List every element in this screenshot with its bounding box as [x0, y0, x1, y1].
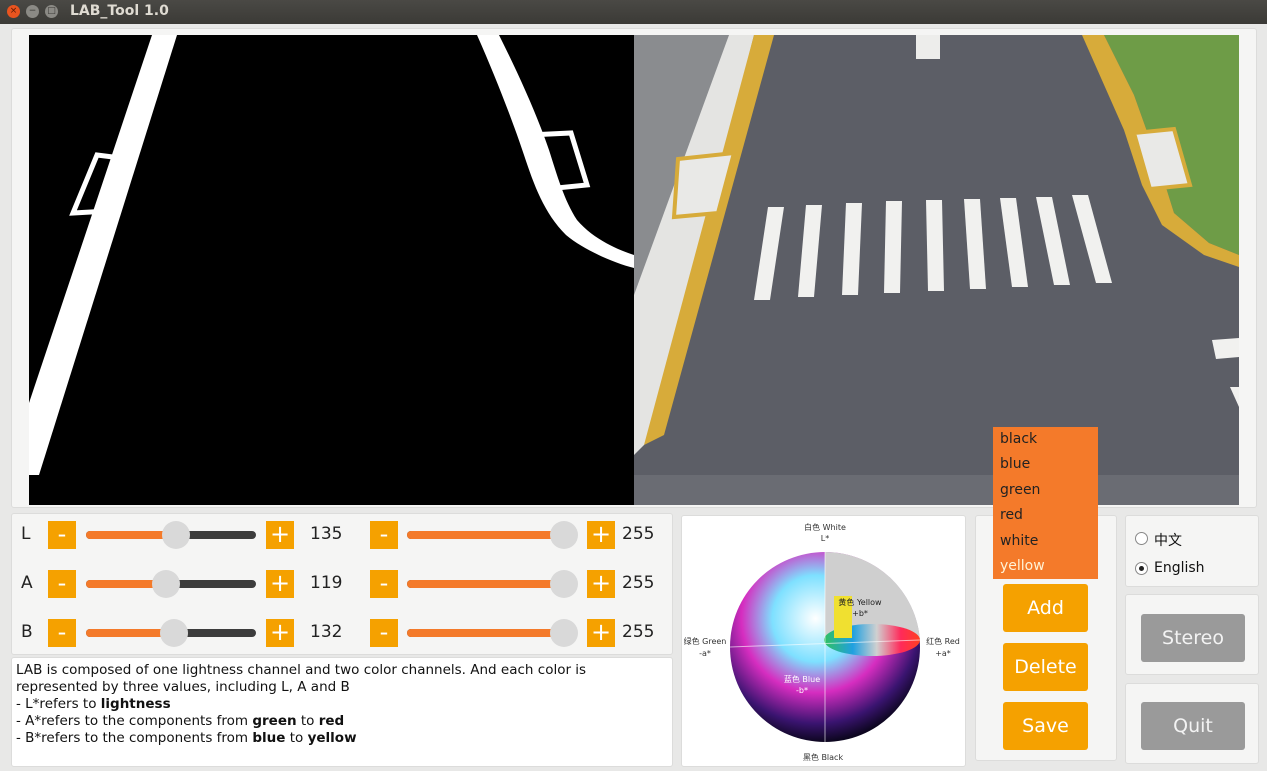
sphere-red-label: 红色 Red — [926, 636, 960, 646]
radio-english[interactable] — [1135, 562, 1148, 575]
slider-handle[interactable] — [550, 521, 578, 549]
l-min-increase-button[interactable]: + — [266, 521, 294, 549]
window-title: LAB_Tool 1.0 — [70, 3, 169, 19]
l-min-slider[interactable] — [86, 521, 256, 549]
color-dropdown-list[interactable]: black blue green red white yellow — [993, 427, 1098, 579]
l-max-slider[interactable] — [407, 521, 578, 549]
language-option-chinese[interactable]: 中文 — [1135, 530, 1182, 550]
dropdown-item-red[interactable]: red — [993, 503, 1098, 528]
dropdown-item-black[interactable]: black — [993, 427, 1098, 452]
description-l: - L*refers to lightness — [16, 696, 171, 712]
stereo-button[interactable]: Stereo — [1141, 614, 1245, 662]
title-bar: × − □ LAB_Tool 1.0 — [0, 0, 1267, 24]
channel-label-b: B — [21, 622, 33, 642]
lab-color-sphere-panel: 白色 White L* 黄色 Yellow +b* 绿色 Green -a* 红… — [681, 515, 966, 767]
l-max-decrease-button[interactable]: - — [370, 521, 398, 549]
window-close-button[interactable]: × — [7, 5, 20, 18]
l-max-value: 255 — [622, 524, 655, 544]
a-max-increase-button[interactable]: + — [587, 570, 615, 598]
language-option-english[interactable]: English — [1135, 560, 1205, 576]
b-min-decrease-button[interactable]: - — [48, 619, 76, 647]
dropdown-item-green[interactable]: green — [993, 478, 1098, 503]
language-panel: 中文 English — [1125, 515, 1259, 587]
b-min-value: 132 — [310, 622, 343, 642]
quit-button[interactable]: Quit — [1141, 702, 1245, 750]
sphere-plus-b-label: +b* — [852, 609, 868, 618]
mask-graphic — [29, 35, 634, 505]
sphere-plus-a-label: +a* — [935, 649, 951, 658]
window-maximize-button[interactable]: □ — [45, 5, 58, 18]
sphere-l-axis-label: L* — [821, 534, 829, 543]
a-min-decrease-button[interactable]: - — [48, 570, 76, 598]
description-b: - B*refers to the components from blue t… — [16, 730, 357, 746]
language-chinese-label: 中文 — [1154, 533, 1182, 549]
description-intro: LAB is composed of one lightness channel… — [16, 662, 587, 695]
a-max-decrease-button[interactable]: - — [370, 570, 398, 598]
description-text: LAB is composed of one lightness channel… — [11, 657, 673, 767]
b-min-slider[interactable] — [86, 619, 256, 647]
sphere-minus-b-label: -b* — [796, 686, 808, 695]
sphere-minus-a-label: -a* — [699, 649, 711, 658]
delete-button[interactable]: Delete — [1003, 643, 1088, 691]
lab-color-sphere-image: 白色 White L* 黄色 Yellow +b* 绿色 Green -a* 红… — [684, 522, 960, 762]
a-max-value: 255 — [622, 573, 655, 593]
save-button[interactable]: Save — [1003, 702, 1088, 750]
dropdown-item-yellow[interactable]: yellow — [993, 554, 1098, 579]
slider-handle[interactable] — [151, 570, 180, 598]
l-max-increase-button[interactable]: + — [587, 521, 615, 549]
l-min-decrease-button[interactable]: - — [48, 521, 76, 549]
dropdown-item-white[interactable]: white — [993, 529, 1098, 554]
sphere-yellow-label: 黄色 Yellow — [838, 597, 882, 607]
camera-image — [634, 35, 1239, 505]
b-max-decrease-button[interactable]: - — [370, 619, 398, 647]
b-max-value: 255 — [622, 622, 655, 642]
sphere-blue-label: 蓝色 Blue — [784, 674, 820, 684]
channel-label-l: L — [21, 524, 31, 544]
a-min-increase-button[interactable]: + — [266, 570, 294, 598]
window-minimize-button[interactable]: − — [26, 5, 39, 18]
slider-handle[interactable] — [162, 521, 191, 549]
add-button[interactable]: Add — [1003, 584, 1088, 632]
a-max-slider[interactable] — [407, 570, 578, 598]
dropdown-item-blue[interactable]: blue — [993, 452, 1098, 477]
radio-chinese[interactable] — [1135, 532, 1148, 545]
b-min-increase-button[interactable]: + — [266, 619, 294, 647]
sphere-black-label: 黑色 Black — [803, 752, 844, 762]
a-min-value: 119 — [310, 573, 343, 593]
description-a: - A*refers to the components from green … — [16, 713, 345, 729]
l-min-value: 135 — [310, 524, 343, 544]
b-max-slider[interactable] — [407, 619, 578, 647]
sphere-green-label: 绿色 Green — [684, 636, 727, 646]
language-english-label: English — [1154, 560, 1205, 576]
a-min-slider[interactable] — [86, 570, 256, 598]
binary-mask-image — [29, 35, 634, 505]
road-graphic — [634, 35, 1239, 505]
sphere-white-label: 白色 White — [804, 522, 846, 532]
channel-label-a: A — [21, 573, 33, 593]
slider-handle[interactable] — [550, 619, 578, 647]
slider-handle[interactable] — [550, 570, 578, 598]
b-max-increase-button[interactable]: + — [587, 619, 615, 647]
